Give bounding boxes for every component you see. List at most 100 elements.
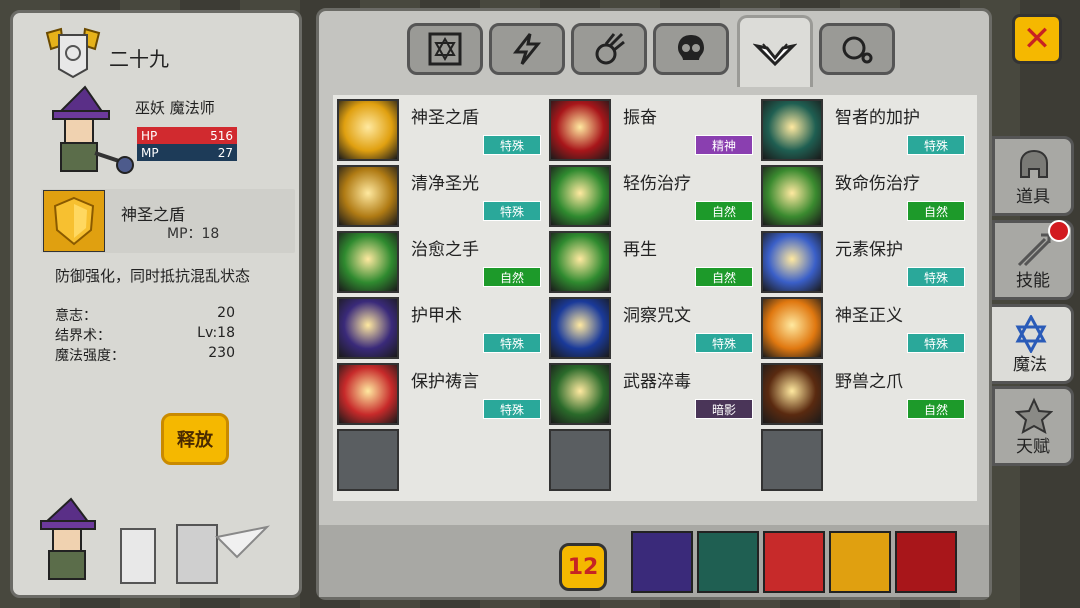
hotbar-slot[interactable] [895,531,957,593]
skill-name: 智者的加护 [835,108,920,128]
rank-emblem-icon [45,27,101,79]
skill-icon [337,231,399,293]
skill-cell[interactable]: 武器淬毒 暗影 [549,361,761,425]
skill-cell[interactable]: 轻伤治疗 自然 [549,163,761,227]
skill-cell[interactable]: 致命伤治疗自然 [761,163,973,227]
selected-skill-mp: MP：18 [167,226,220,242]
skill-type-badge: 特殊 [907,333,965,353]
helmet-icon [1020,149,1048,178]
skill-type-badge: 自然 [695,201,753,221]
tab-hexagram[interactable] [407,23,483,75]
stat-value: Lv:18 [197,325,235,341]
hotbar-slot[interactable] [763,531,825,593]
hotbar-slot[interactable] [697,531,759,593]
skill-cell[interactable]: 清净圣光 特殊 [337,163,549,227]
skill-name: 神圣正义 [835,306,903,326]
skill-type-badge: 自然 [907,399,965,419]
release-button[interactable]: 释放 [161,413,229,465]
skill-name: 神圣之盾 [411,108,479,128]
skill-name: 轻伤治疗 [623,174,691,194]
empty-skill-slot [761,429,823,491]
skill-name: 致命伤治疗 [835,174,920,194]
skill-cell[interactable]: 治愈之手 自然 [337,229,549,293]
side-tab-talent[interactable]: 天赋 [992,386,1074,466]
character-panel: 二十九 巫妖 魔法师 HP 516 MP 27 神圣之盾 MP：18 防御强化，… [10,10,302,598]
skill-type-badge: 自然 [483,267,541,287]
skill-cell[interactable]: 智者的加护特殊 [761,97,973,161]
skill-name: 护甲术 [411,306,462,326]
skill-type-badge: 特殊 [695,333,753,353]
tab-comet[interactable] [571,23,647,75]
skill-cell[interactable]: 元素保护 特殊 [761,229,973,293]
skill-name: 元素保护 [835,240,903,260]
skill-type-badge: 特殊 [483,333,541,353]
close-button[interactable]: ✕ [1012,14,1062,64]
skill-panel: 神圣之盾 特殊 振奋 精神 智者的加护 特殊 清净圣光 特殊 轻伤治疗 自然 致命伤治疗 自然 治愈之手… [316,8,992,600]
hotbar: 12 [319,525,989,597]
stat-row: 意志： 20 [55,305,235,325]
skill-icon [549,165,611,227]
class-name: 巫妖 魔法师 [135,99,215,117]
skill-icon [337,99,399,161]
tab-lightning[interactable] [489,23,565,75]
skill-name: 清净圣光 [411,174,479,194]
skill-cell[interactable]: 神圣正义 特殊 [761,295,973,359]
stat-label: 结界术： [55,328,111,344]
hotbar-page-button[interactable]: 12 [559,543,607,591]
skill-description: 防御强化，同时抵抗混乱状态 [55,267,251,285]
comet-icon [595,32,625,65]
tab-wings[interactable] [737,15,813,87]
empty-skill-slot [337,429,399,491]
skill-cell[interactable]: 保护祷言 特殊 [337,361,549,425]
skill-cell[interactable]: 护甲术特殊 [337,295,549,359]
skill-name: 治愈之手 [411,240,479,260]
party-sprites [37,497,277,593]
side-tab-magic[interactable]: 魔法 [992,304,1074,384]
skill-grid: 神圣之盾 特殊 振奋 精神 智者的加护 特殊 清净圣光 特殊 轻伤治疗 自然 致命伤治疗 自然 治愈之手… [333,95,977,501]
skill-icon [761,165,823,227]
star-icon [1015,397,1053,434]
selected-skill-icon [42,189,106,253]
tab-bubbles[interactable] [819,23,895,75]
skill-name: 野兽之爪 [835,372,903,392]
skill-type-badge: 自然 [907,201,965,221]
mp-bar: MP 27 [137,144,237,161]
skill-cell[interactable]: 野兽之爪 自然 [761,361,973,425]
side-tab-label: 魔法 [1013,355,1047,375]
side-tab-label: 道具 [1016,187,1050,207]
skill-type-badge: 自然 [695,267,753,287]
skill-icon [549,99,611,161]
skill-cell[interactable]: 振奋 精神 [549,97,761,161]
lightning-icon [512,33,542,65]
notification-badge [1048,220,1070,242]
rank-title: 二十九 [109,47,169,71]
side-tab-items[interactable]: 道具 [992,136,1074,216]
skill-icon [337,165,399,227]
skill-type-badge: 特殊 [907,135,965,155]
skill-icon [761,297,823,359]
skill-name: 再生 [623,240,657,260]
hexagram-icon [1015,315,1047,353]
tab-skull[interactable] [653,23,729,75]
skill-icon [337,363,399,425]
stat-value: 230 [208,345,235,361]
hotbar-slot[interactable] [829,531,891,593]
bubbles-icon [842,36,873,64]
mp-value: 27 [217,145,233,160]
mp-label: MP [141,145,159,160]
skill-cell[interactable]: 洞察咒文 特殊 [549,295,761,359]
stat-value: 20 [217,305,235,321]
hotbar-slot[interactable] [631,531,693,593]
stat-row: 魔法强度： 230 [55,345,235,365]
hp-bar: HP 516 [137,127,237,144]
skill-icon [549,231,611,293]
skill-cell[interactable]: 再生自然 [549,229,761,293]
hexagram-icon [428,32,462,66]
stat-label: 意志： [55,308,97,324]
skill-icon [337,297,399,359]
hp-value: 516 [210,128,233,143]
skill-cell[interactable]: 神圣之盾 特殊 [337,97,549,161]
hero-sprite [45,83,135,183]
skill-type-badge: 特殊 [483,135,541,155]
skill-icon [761,231,823,293]
